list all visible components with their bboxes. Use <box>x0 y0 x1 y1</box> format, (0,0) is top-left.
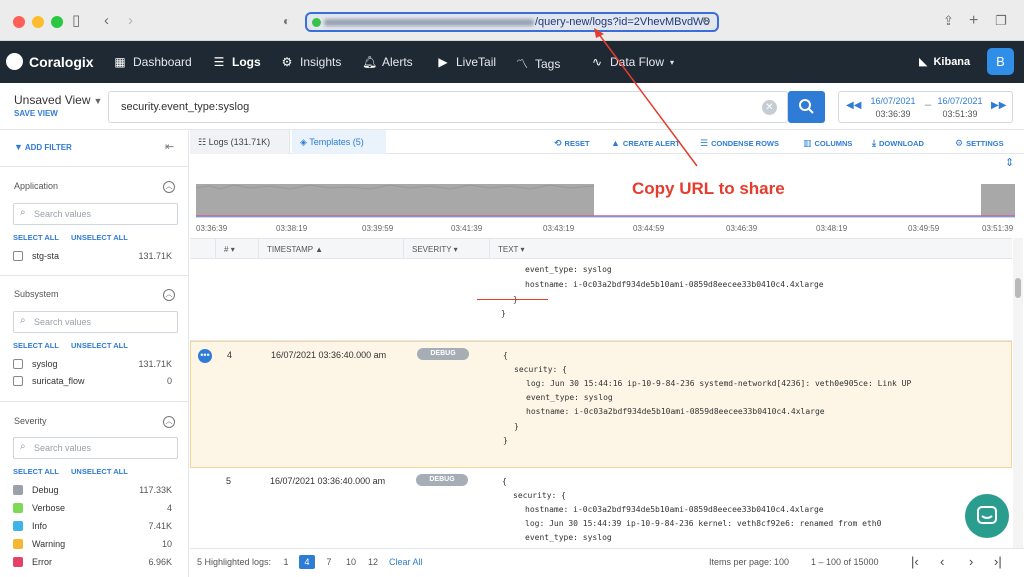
annotation-arrow <box>594 28 698 167</box>
annotation-text: Copy URL to share <box>632 179 785 198</box>
